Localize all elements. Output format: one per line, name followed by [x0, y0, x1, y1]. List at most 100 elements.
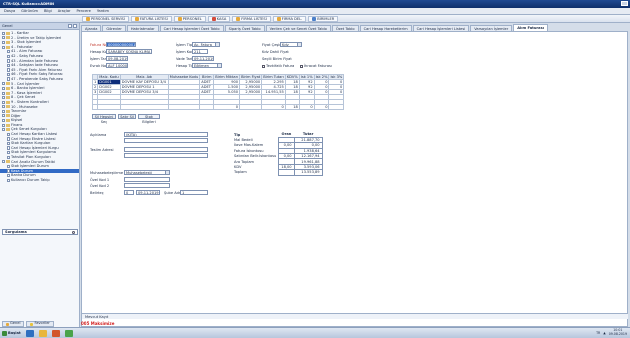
expand-icon[interactable]	[2, 86, 5, 90]
tevkifat-checkbox[interactable]: Tevkifatlı Fatura	[262, 64, 294, 68]
expand-icon[interactable]	[2, 45, 5, 49]
column-header[interactable]: Isk 2%	[313, 74, 330, 80]
toolbar-button-personel[interactable]: PERSONEL	[173, 15, 206, 22]
folder-icon	[6, 40, 10, 44]
summary-oran[interactable]	[278, 169, 295, 176]
vade-tarihi-input[interactable]: 09.11.2019	[192, 56, 214, 61]
expand-icon[interactable]	[2, 40, 5, 44]
expand-icon[interactable]	[2, 91, 5, 95]
column-header[interactable]: Muhasebe Kodu	[167, 74, 201, 80]
page-icon	[7, 132, 10, 137]
islem-tipi-select[interactable]: Ac. Fatura	[192, 42, 220, 47]
expand-icon[interactable]	[2, 109, 5, 113]
expand-icon[interactable]	[2, 123, 5, 127]
search-icon[interactable]	[72, 230, 75, 234]
aciklama-input-2[interactable]	[124, 138, 208, 143]
column-header[interactable]: Birim Miktarı	[213, 74, 241, 80]
fiyat-cesidi-select[interactable]: Kdv	[280, 42, 302, 47]
list-icon	[236, 16, 241, 21]
toolbar-button-kasa[interactable]: KASA	[207, 15, 231, 22]
menu-item-bilgi[interactable]: Bilgi	[44, 9, 52, 13]
media-icon[interactable]	[51, 329, 60, 337]
column-header[interactable]: Malz. Kodu	[97, 74, 121, 80]
column-header[interactable]: KDV%	[284, 74, 300, 80]
start-button[interactable]: Başlat	[2, 330, 21, 336]
muhasebelestirme-select[interactable]: Muhasebeleşti	[124, 170, 170, 175]
summary-oran[interactable]: 18,00	[278, 163, 295, 171]
column-header[interactable]: Isk 1%	[298, 74, 315, 80]
stock-info-button[interactable]: Stok Bilgileri	[138, 114, 160, 124]
expand-icon[interactable]	[2, 82, 5, 86]
toolbar-button-fatura-listesi[interactable]: FATURA LİSTESİ	[130, 15, 172, 22]
menu-item-yardim[interactable]: Yardım	[97, 9, 109, 13]
toolbar-button-birimler[interactable]: BİRİMLER	[308, 15, 339, 22]
chevron-down-icon[interactable]	[215, 43, 219, 46]
column-header[interactable]: Isk 3%	[328, 74, 345, 80]
navigation-tree: 1 - Kartlar 2 - Üretim ve Takip İşlemleri…	[0, 31, 79, 227]
menu-item-pencere[interactable]: Pencere	[77, 9, 91, 13]
expand-icon[interactable]	[2, 160, 5, 164]
evrak-no-input[interactable]: ALF 1000000	[106, 63, 128, 68]
ozel-kod-1-input[interactable]	[124, 177, 170, 182]
toolbar-button-firma-del[interactable]: FİRMA DEL.	[272, 15, 307, 22]
total-cell	[328, 104, 345, 110]
hesap-kodu-input[interactable]: SARABEY SOSNA KLIMA SAN	[106, 49, 152, 54]
expand-icon[interactable]	[2, 96, 5, 100]
pin-icon[interactable]	[68, 24, 72, 28]
select-all-button[interactable]: Sil Hepsini Seç	[92, 114, 116, 124]
total-cell: 0	[313, 104, 330, 110]
total-cell: 0	[261, 104, 286, 110]
table-cell[interactable]: DÖVME KAY DEPOSU 3/4	[119, 79, 169, 85]
hesap-tipi-select[interactable]: Eğitmen	[192, 63, 222, 68]
toolbar-button-firma-listesi[interactable]: FİRMA LİSTESİ	[232, 15, 271, 22]
close-icon[interactable]	[73, 24, 77, 28]
expand-icon[interactable]	[2, 100, 5, 104]
ihracat-checkbox[interactable]: İhracat Faturası	[300, 64, 332, 68]
tab[interactable]: Alım Faturası	[513, 24, 548, 31]
expand-icon[interactable]	[2, 36, 5, 40]
folder-icon	[6, 91, 10, 95]
clock[interactable]: 10:01 09.08.2019	[609, 328, 627, 337]
islem-tarihi-input[interactable]: 09.08.2019	[106, 56, 128, 61]
expand-icon[interactable]	[2, 114, 5, 118]
page-icon	[7, 63, 10, 68]
column-header[interactable]: Birim Tutarı	[261, 74, 286, 80]
column-header[interactable]: Birim Fiyat	[239, 74, 263, 80]
folder-icon[interactable]	[38, 329, 47, 337]
folder-icon	[6, 31, 10, 35]
total-cell: 0	[213, 104, 241, 110]
chevron-down-icon[interactable]	[165, 171, 169, 174]
islem-tipi-label: İşlem Tipi	[176, 43, 194, 47]
sidebar-item[interactable]: Kullanıcı Durum Takip	[0, 178, 79, 183]
toolbar-button-personel-servisi[interactable]: PERSONEL SERVİSİ	[82, 15, 129, 22]
network-icon[interactable]: ▲	[603, 331, 605, 335]
belirtec-date-input[interactable]: 09.11.2019	[136, 190, 160, 195]
folder-icon	[6, 160, 10, 164]
menu-item-dosya[interactable]: Dosya	[4, 9, 15, 13]
chevron-down-icon[interactable]	[217, 64, 221, 67]
teslim-adresi-input-2[interactable]	[124, 153, 208, 158]
sidebar-search[interactable]: Sorgulama	[2, 229, 78, 235]
islem-kodu-input[interactable]: 211	[192, 49, 208, 54]
teslim-adresi-input[interactable]	[124, 147, 208, 152]
fatura-no-input[interactable]: 000000000001	[106, 42, 136, 47]
menu-item-gorunum[interactable]: Görünüm	[21, 9, 38, 13]
expand-icon[interactable]	[2, 119, 5, 123]
delete-row-button[interactable]: Satır Sil	[118, 114, 136, 119]
language-indicator[interactable]: TR	[596, 331, 600, 335]
ie-icon[interactable]	[25, 329, 34, 337]
expand-icon[interactable]	[2, 128, 5, 132]
window-controls[interactable]	[621, 1, 628, 6]
sube-adresi-input[interactable]: 1	[180, 190, 208, 195]
table-cell[interactable]: 14.951,55	[261, 89, 286, 95]
aciklama-input[interactable]: (KİTA)	[124, 132, 208, 137]
expand-icon[interactable]	[2, 31, 5, 35]
home-icon	[6, 322, 9, 326]
ozel-kod-2-input[interactable]	[124, 183, 170, 188]
chevron-down-icon[interactable]	[297, 43, 301, 46]
star-icon	[30, 322, 34, 326]
belirtec-input[interactable]: 0	[124, 190, 134, 195]
expand-icon[interactable]	[2, 105, 5, 109]
menu-item-araclar[interactable]: Araçlar	[58, 9, 71, 13]
app-icon[interactable]	[64, 329, 73, 337]
